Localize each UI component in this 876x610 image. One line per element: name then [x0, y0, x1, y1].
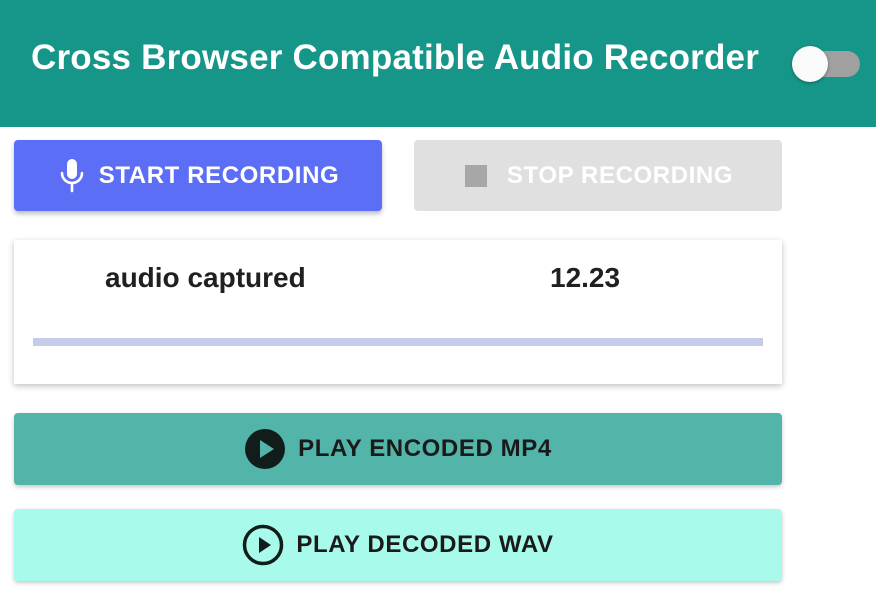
- toggle-thumb[interactable]: [792, 46, 828, 82]
- play-wav-label: PLAY DECODED WAV: [296, 531, 554, 558]
- capture-label: audio captured: [105, 262, 306, 293]
- capture-card: audio captured 12.23: [14, 240, 782, 384]
- app-title: Cross Browser Compatible Audio Recorder: [31, 38, 760, 77]
- play-mp4-label: PLAY ENCODED MP4: [298, 435, 552, 462]
- microphone-icon: [57, 158, 87, 194]
- play-mp4-button[interactable]: PLAY ENCODED MP4: [14, 413, 782, 485]
- play-circle-outline-icon: [242, 524, 284, 566]
- toggle-switch[interactable]: [792, 46, 862, 82]
- start-recording-label: START RECORDING: [98, 161, 340, 189]
- stop-recording-button[interactable]: STOP RECORDING: [414, 140, 782, 211]
- stop-square-icon: [463, 163, 489, 189]
- play-circle-filled-icon: [244, 428, 286, 470]
- capture-value: 12.23: [550, 262, 621, 293]
- capture-progress-bar: [33, 338, 763, 346]
- app-header: Cross Browser Compatible Audio Recorder: [0, 0, 876, 127]
- start-recording-button[interactable]: START RECORDING: [14, 140, 382, 211]
- stop-recording-label: STOP RECORDING: [506, 161, 734, 189]
- play-wav-button[interactable]: PLAY DECODED WAV: [14, 509, 782, 581]
